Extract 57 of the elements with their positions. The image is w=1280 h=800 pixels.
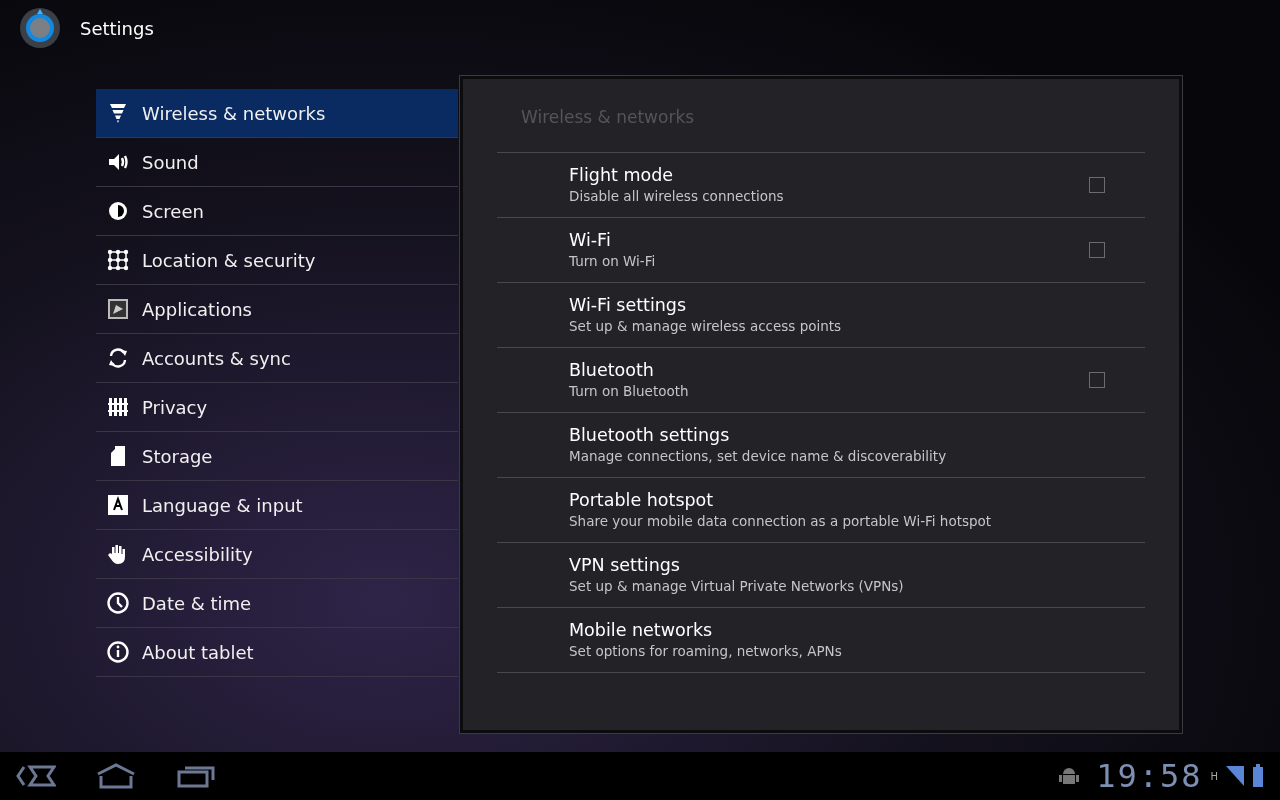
clock: 19:58 xyxy=(1096,760,1203,792)
sidebar-item[interactable]: Wireless & networks xyxy=(96,89,458,138)
row-summary: Manage connections, set device name & discoverability xyxy=(569,446,948,466)
sidebar-item[interactable]: Language & input xyxy=(96,481,458,530)
checkbox[interactable] xyxy=(1089,177,1105,193)
back-icon[interactable] xyxy=(16,764,56,788)
settings-row[interactable]: Wi-Fi settings Set up & manage wireless access points xyxy=(497,283,1145,348)
keyboard-letter-icon xyxy=(106,493,130,517)
sidebar-item[interactable]: Accounts & sync xyxy=(96,334,458,383)
row-title: Bluetooth xyxy=(569,358,655,381)
signal-icon xyxy=(1226,765,1244,787)
recent-apps-icon[interactable] xyxy=(176,764,216,788)
row-title: Wi-Fi xyxy=(569,228,612,251)
row-title: Bluetooth settings xyxy=(569,423,731,446)
android-icon xyxy=(1058,766,1081,786)
sidebar-item[interactable]: Privacy xyxy=(96,383,458,432)
row-title: Flight mode xyxy=(569,163,675,186)
sync-icon xyxy=(106,346,130,370)
settings-row[interactable]: Mobile networks Set options for roaming, networks, APNs xyxy=(497,608,1145,673)
row-summary: Disable all wireless connections xyxy=(569,186,785,206)
sidebar-item[interactable]: Location & security xyxy=(96,236,458,285)
grid-dots-icon xyxy=(106,248,130,272)
row-summary: Turn on Bluetooth xyxy=(569,381,690,401)
row-summary: Set up & manage Virtual Private Networks (VPNs) xyxy=(569,576,905,596)
row-summary: Share your mobile data connection as a portable Wi-Fi hotspot xyxy=(569,511,993,531)
settings-row[interactable]: Bluetooth settings Manage connections, set device name & discoverability xyxy=(497,413,1145,478)
sidebar-item[interactable]: Accessibility xyxy=(96,530,458,579)
network-type: H xyxy=(1210,770,1218,784)
checkbox[interactable] xyxy=(1089,242,1105,258)
sidebar-item[interactable]: Applications xyxy=(96,285,458,334)
fence-icon xyxy=(106,395,130,419)
battery-icon xyxy=(1252,764,1264,788)
sidebar-item[interactable]: Sound xyxy=(96,138,458,187)
settings-row[interactable]: Flight mode Disable all wireless connections xyxy=(497,153,1145,218)
settings-row[interactable]: Portable hotspot Share your mobile data connection as a portable Wi-Fi hotspot xyxy=(497,478,1145,543)
row-title: Mobile networks xyxy=(569,618,714,641)
sidebar-item[interactable]: About tablet xyxy=(96,628,458,677)
settings-row[interactable]: Bluetooth Turn on Bluetooth xyxy=(497,348,1145,413)
settings-app-icon[interactable] xyxy=(19,7,61,49)
sidebar-item[interactable]: Storage xyxy=(96,432,458,481)
applications-icon xyxy=(106,297,130,321)
brightness-icon xyxy=(106,199,130,223)
home-icon[interactable] xyxy=(96,763,136,789)
info-icon xyxy=(106,640,130,664)
row-summary: Turn on Wi-Fi xyxy=(569,251,657,271)
sidebar-item[interactable]: Date & time xyxy=(96,579,458,628)
settings-row[interactable]: VPN settings Set up & manage Virtual Private Networks (VPNs) xyxy=(497,543,1145,608)
clock-icon xyxy=(106,591,130,615)
sidebar-item[interactable]: Screen xyxy=(96,187,458,236)
checkbox[interactable] xyxy=(1089,372,1105,388)
app-title: Settings xyxy=(80,16,154,41)
row-title: Portable hotspot xyxy=(569,488,715,511)
row-title: Wi-Fi settings xyxy=(569,293,688,316)
row-summary: Set options for roaming, networks, APNs xyxy=(569,641,843,661)
row-title: VPN settings xyxy=(569,553,681,576)
row-summary: Set up & manage wireless access points xyxy=(569,316,843,336)
settings-row[interactable]: Wi-Fi Turn on Wi-Fi xyxy=(497,218,1145,283)
